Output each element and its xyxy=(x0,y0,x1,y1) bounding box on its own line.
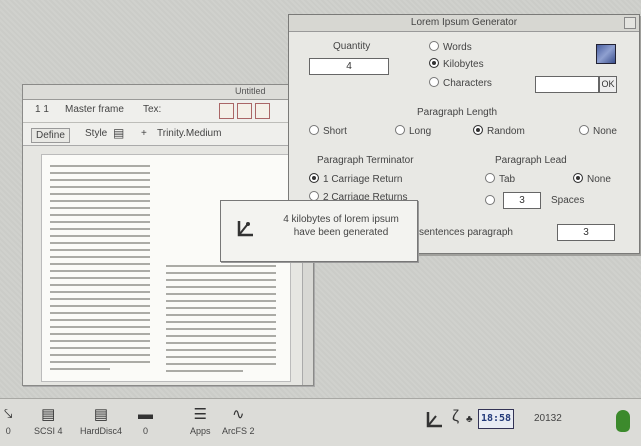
characters-field[interactable] xyxy=(535,76,599,93)
radio-tab[interactable]: Tab xyxy=(485,173,515,185)
ok-button[interactable]: OK xyxy=(599,76,617,93)
scsi-drive-glyph: ▤ xyxy=(41,406,56,423)
apps-icon[interactable]: ☰ Apps xyxy=(190,404,211,436)
arcfs-glyph: ∿ xyxy=(231,406,245,423)
radio-icon xyxy=(309,173,319,183)
small-app-icon[interactable]: ♣ xyxy=(466,414,473,425)
style-dropdown-icon[interactable]: ▤ xyxy=(113,126,124,140)
radio-kilobytes[interactable]: Kilobytes xyxy=(429,58,484,70)
ram-disc-label: 0 xyxy=(142,426,148,436)
document-toolbar-style: Define Style ▤ + Trinity.Medium xyxy=(23,123,313,146)
radio-icon xyxy=(429,77,439,87)
info-message-line-2: have been generated xyxy=(293,227,389,238)
hard-disc-icon[interactable]: ▤ HardDisc4 xyxy=(80,404,122,436)
document-title: Untitled xyxy=(235,86,266,96)
frog-icon[interactable] xyxy=(616,410,630,432)
generator-title: Lorem Ipsum Generator xyxy=(410,17,518,28)
sentences-label: sentences paragraph xyxy=(419,227,513,238)
style-menu[interactable]: Style xyxy=(85,128,107,139)
generator-app-icon xyxy=(596,44,616,64)
paragraph-length-label: Paragraph Length xyxy=(417,107,498,118)
radio-icon xyxy=(485,173,495,183)
spaces-field[interactable]: 3 xyxy=(503,192,541,209)
quantity-field[interactable]: 4 xyxy=(309,58,389,75)
radio-icon xyxy=(309,125,319,135)
radio-tab-label: Tab xyxy=(499,174,516,185)
scsi-drive-icon[interactable]: ▤ SCSI 4 xyxy=(34,404,63,436)
frame-tool-icon[interactable] xyxy=(219,103,234,119)
arcfs-label: ArcFS 2 xyxy=(222,426,255,436)
document-toolbar-top: 1 1 Master frame Tex: xyxy=(23,100,313,123)
spaces-label: Spaces xyxy=(551,195,585,206)
frame-tool-icon[interactable] xyxy=(237,103,252,119)
quantity-label: Quantity xyxy=(333,41,371,52)
hard-disc-label: HardDisc4 xyxy=(80,426,123,436)
lorem-generator-iconbar-icon[interactable] xyxy=(424,408,446,430)
sentences-field[interactable]: 3 xyxy=(557,224,615,241)
radio-short[interactable]: Short xyxy=(309,125,347,137)
radio-icon xyxy=(395,125,405,135)
arcfs-icon[interactable]: ∿ ArcFS 2 xyxy=(222,404,255,436)
zeta-icon[interactable]: ζ xyxy=(452,408,459,426)
radio-icon xyxy=(429,58,439,68)
radio-icon xyxy=(485,195,495,205)
radio-icon xyxy=(429,41,439,51)
radio-kilobytes-label: Kilobytes xyxy=(443,59,484,70)
text-mode-label[interactable]: Tex: xyxy=(143,104,161,115)
text-column-right xyxy=(166,265,276,377)
document-page[interactable] xyxy=(41,154,291,382)
apps-label: Apps xyxy=(190,426,211,436)
radio-icon xyxy=(579,125,589,135)
floppy-drive-glyph: ⤥ xyxy=(4,406,13,423)
page-area[interactable] xyxy=(23,146,313,385)
radio-random[interactable]: Random xyxy=(473,125,525,137)
radio-words[interactable]: Words xyxy=(429,41,472,53)
radio-words-label: Words xyxy=(443,42,472,53)
radio-lead-none[interactable]: None xyxy=(573,173,611,185)
hard-disc-glyph: ▤ xyxy=(93,406,109,423)
font-menu[interactable]: Trinity.Medium xyxy=(157,128,221,139)
scsi-drive-label: SCSI 4 xyxy=(34,426,63,436)
radio-long-label: Long xyxy=(409,126,432,137)
free-memory-readout[interactable]: 20132 xyxy=(534,413,562,424)
radio-spaces[interactable] xyxy=(485,195,499,207)
paragraph-lead-label: Paragraph Lead xyxy=(495,155,567,166)
info-message-line-1: 4 kilobytes of lorem ipsum xyxy=(283,214,399,225)
ram-disc-glyph: ▬ xyxy=(138,406,153,423)
radio-length-none[interactable]: None xyxy=(579,125,617,137)
clock-display[interactable]: 18:58 xyxy=(478,409,514,429)
radio-lead-none-label: None xyxy=(587,174,611,185)
radio-one-carriage-return[interactable]: 1 Carriage Return xyxy=(309,173,402,185)
radio-one-cr-label: 1 Carriage Return xyxy=(323,174,403,185)
info-message: 4 kilobytes of lorem ipsum have been gen… xyxy=(273,213,409,239)
master-frame-label[interactable]: Master frame xyxy=(65,104,124,115)
radio-icon xyxy=(573,173,583,183)
frame-number: 1 1 xyxy=(35,104,49,115)
generator-app-icon xyxy=(237,221,253,237)
close-icon[interactable] xyxy=(624,17,636,29)
define-button[interactable]: Define xyxy=(31,128,70,143)
radio-length-none-label: None xyxy=(593,126,617,137)
apps-glyph: ☰ xyxy=(193,406,207,423)
generator-title-bar[interactable]: Lorem Ipsum Generator xyxy=(289,15,639,32)
frame-tool-icon[interactable] xyxy=(255,103,270,119)
text-column-left xyxy=(50,165,150,375)
paragraph-terminator-label: Paragraph Terminator xyxy=(317,155,414,166)
radio-icon xyxy=(473,125,483,135)
ram-disc-icon[interactable]: ▬ 0 xyxy=(138,404,153,436)
radio-characters-label: Characters xyxy=(443,78,492,89)
document-title-bar[interactable]: Untitled xyxy=(23,85,313,100)
floppy-drive-label: 0 xyxy=(5,426,11,436)
add-style-button[interactable]: + xyxy=(141,128,147,139)
radio-characters[interactable]: Characters xyxy=(429,77,492,89)
radio-long[interactable]: Long xyxy=(395,125,431,137)
info-message-box[interactable]: 4 kilobytes of lorem ipsum have been gen… xyxy=(220,200,418,262)
radio-random-label: Random xyxy=(487,126,525,137)
floppy-drive-icon[interactable]: ⤥ 0 xyxy=(4,404,12,436)
radio-short-label: Short xyxy=(323,126,347,137)
